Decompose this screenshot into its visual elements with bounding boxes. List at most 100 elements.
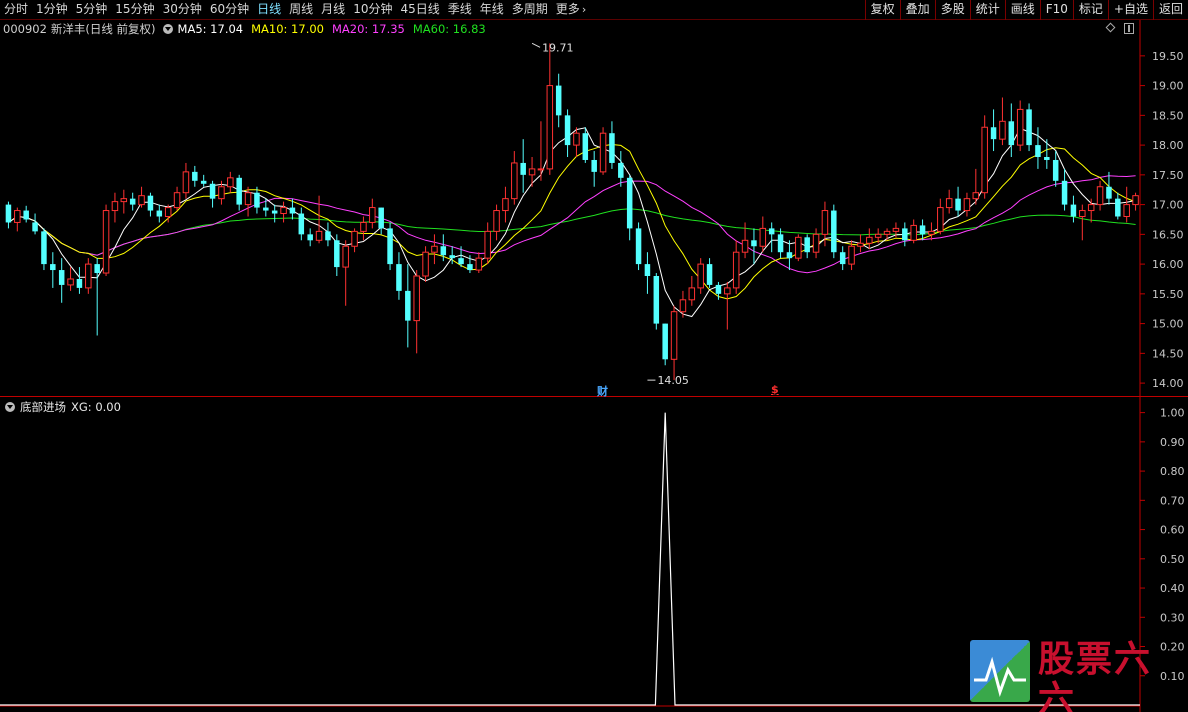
candle-body bbox=[972, 192, 980, 200]
candle-body bbox=[164, 207, 172, 217]
candle-body bbox=[1096, 186, 1104, 206]
indicator-tick-label: 0.40 bbox=[1160, 582, 1185, 595]
indicator-tick-label: 0.90 bbox=[1160, 436, 1185, 449]
indicator-tick-label: 0.70 bbox=[1160, 494, 1185, 507]
candle-body bbox=[777, 234, 784, 253]
candle-body bbox=[582, 133, 589, 160]
candle-body bbox=[848, 245, 855, 265]
candle-body bbox=[839, 252, 846, 265]
candle-body bbox=[493, 210, 500, 232]
candle-body bbox=[342, 245, 349, 268]
candle-body bbox=[458, 258, 464, 265]
candle-body bbox=[192, 171, 198, 181]
annotation-label: 14.05 bbox=[657, 374, 689, 387]
indicator-tick-label: 1.00 bbox=[1160, 407, 1185, 420]
candle-body bbox=[715, 284, 722, 294]
candle-body bbox=[821, 210, 829, 235]
price-tick-label: 15.50 bbox=[1152, 288, 1184, 301]
candle-body bbox=[945, 198, 953, 209]
candle-body bbox=[396, 264, 402, 291]
candle-body bbox=[413, 275, 420, 322]
candle-body bbox=[182, 171, 190, 194]
candle-body bbox=[58, 270, 65, 285]
candle-body bbox=[599, 132, 607, 173]
price-tick-label: 14.00 bbox=[1152, 377, 1184, 390]
ma5-line bbox=[8, 127, 1136, 318]
candle-body bbox=[892, 227, 900, 232]
candle-body bbox=[688, 287, 696, 301]
candle-body bbox=[111, 201, 119, 212]
candle-body bbox=[831, 210, 837, 253]
candle-body bbox=[564, 115, 571, 146]
dividend-marker[interactable]: $ bbox=[771, 383, 779, 396]
indicator-info-line: 底部进场 XG: 0.00 bbox=[3, 399, 121, 415]
candle-body bbox=[484, 230, 491, 259]
candle-body bbox=[528, 168, 536, 176]
annotation-arrow bbox=[531, 42, 541, 48]
candle-body bbox=[573, 132, 580, 146]
logo-mark-icon bbox=[970, 640, 1030, 702]
candle-body bbox=[635, 228, 642, 265]
indicator-dropdown-icon[interactable] bbox=[5, 402, 15, 412]
candle-body bbox=[138, 195, 145, 206]
candle-body bbox=[236, 177, 242, 205]
annotation-label: 19.71 bbox=[542, 41, 574, 54]
candle-body bbox=[955, 198, 961, 211]
candle-body bbox=[271, 210, 278, 214]
candle-body bbox=[298, 213, 305, 235]
candle-body bbox=[325, 231, 331, 241]
candle-body bbox=[263, 207, 269, 211]
candle-body bbox=[609, 133, 615, 163]
candle-body bbox=[369, 207, 376, 223]
candle-body bbox=[812, 233, 820, 253]
candle-body bbox=[874, 233, 882, 238]
candle-body bbox=[1123, 204, 1130, 218]
candle-body bbox=[1016, 108, 1024, 146]
candle-body bbox=[999, 120, 1006, 140]
candle-body bbox=[795, 236, 802, 259]
finance-marker[interactable]: 财 bbox=[597, 383, 608, 399]
candle-body bbox=[546, 85, 554, 170]
candle-body bbox=[1035, 145, 1041, 157]
candle-body bbox=[227, 177, 234, 188]
candle-body bbox=[741, 239, 749, 253]
candle-body bbox=[422, 251, 429, 277]
price-tick-label: 19.50 bbox=[1152, 50, 1184, 63]
candle-body bbox=[963, 198, 971, 212]
candle-body bbox=[32, 222, 38, 232]
candle-body bbox=[1044, 157, 1050, 160]
candle-body bbox=[866, 236, 873, 244]
candle-body bbox=[1115, 198, 1121, 217]
candle-body bbox=[1061, 180, 1068, 205]
candle-body bbox=[1052, 159, 1059, 181]
candle-body bbox=[732, 251, 740, 289]
candle-body bbox=[5, 204, 12, 223]
candle-body bbox=[679, 299, 687, 313]
candle-body bbox=[981, 126, 988, 194]
candle-body bbox=[94, 264, 100, 274]
candle-body bbox=[626, 177, 633, 229]
price-tick-label: 16.50 bbox=[1152, 228, 1184, 241]
candle-body bbox=[1008, 121, 1015, 146]
candle-body bbox=[218, 186, 225, 200]
candle-body bbox=[475, 257, 483, 271]
candle-body bbox=[156, 210, 163, 217]
price-tick-label: 17.50 bbox=[1152, 169, 1184, 182]
candle-body bbox=[919, 225, 926, 235]
candle-body bbox=[315, 230, 323, 241]
indicator-tick-label: 0.60 bbox=[1160, 524, 1185, 537]
price-tick-label: 14.50 bbox=[1152, 347, 1184, 360]
candle-body bbox=[804, 237, 810, 253]
price-tick-label: 17.00 bbox=[1152, 199, 1184, 212]
kline-chart[interactable]: 19.50 19.00 18.50 18.00 17.50 17.00 16.50 16.00… bbox=[0, 0, 1188, 712]
candle-body bbox=[173, 192, 181, 209]
candle-body bbox=[883, 230, 891, 235]
candle-body bbox=[910, 224, 917, 241]
logo-wordmark: 股票六六 bbox=[1038, 639, 1153, 712]
candle-body bbox=[857, 242, 864, 247]
indicator-tick-label: 0.80 bbox=[1160, 465, 1185, 478]
candle-body bbox=[405, 290, 411, 321]
indicator-tick-label: 0.30 bbox=[1160, 611, 1185, 624]
candle-body bbox=[502, 198, 509, 212]
candle-body bbox=[1132, 195, 1139, 206]
